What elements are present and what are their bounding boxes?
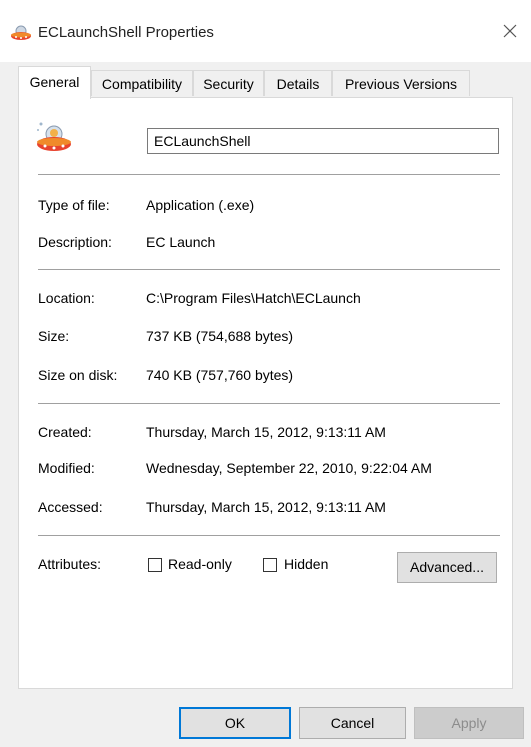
read-only-label: Read-only: [168, 556, 232, 572]
modified-value: Wednesday, September 22, 2010, 9:22:04 A…: [146, 460, 432, 476]
ufo-icon: [10, 24, 32, 42]
close-icon: [503, 24, 517, 41]
size-on-disk-value: 740 KB (757,760 bytes): [146, 367, 294, 383]
modified-label: Modified:: [38, 460, 95, 476]
file-name-input[interactable]: [147, 128, 499, 154]
created-label: Created:: [38, 424, 92, 440]
separator: [38, 535, 500, 536]
tab-compatibility[interactable]: Compatibility: [91, 70, 193, 96]
hidden-checkbox[interactable]: [263, 558, 277, 572]
ok-button[interactable]: OK: [179, 707, 291, 739]
description-value: EC Launch: [146, 234, 216, 250]
type-of-file-label: Type of file:: [38, 197, 110, 213]
tab-general[interactable]: General: [18, 66, 91, 99]
cancel-button[interactable]: Cancel: [299, 707, 406, 739]
general-tab-panel: Type of file: Application (.exe) Descrip…: [18, 97, 513, 689]
tab-security[interactable]: Security: [193, 70, 264, 96]
close-button[interactable]: [489, 12, 531, 52]
type-of-file-value: Application (.exe): [146, 197, 255, 213]
location-value: C:\Program Files\Hatch\ECLaunch: [146, 290, 361, 306]
created-value: Thursday, March 15, 2012, 9:13:11 AM: [146, 424, 386, 440]
read-only-checkbox[interactable]: [148, 558, 162, 572]
attributes-label: Attributes:: [38, 556, 102, 572]
advanced-button[interactable]: Advanced...: [397, 552, 497, 583]
accessed-value: Thursday, March 15, 2012, 9:13:11 AM: [146, 499, 386, 515]
separator: [38, 174, 500, 175]
apply-button[interactable]: Apply: [414, 707, 524, 739]
location-label: Location:: [38, 290, 95, 306]
tab-details[interactable]: Details: [264, 70, 332, 96]
tab-previous-versions[interactable]: Previous Versions: [332, 70, 470, 96]
window-title: ECLaunchShell Properties: [38, 24, 214, 41]
size-on-disk-label: Size on disk:: [38, 367, 118, 383]
description-label: Description:: [38, 234, 112, 250]
hidden-label: Hidden: [284, 556, 329, 572]
ufo-icon: [35, 118, 73, 156]
separator: [38, 403, 500, 404]
properties-dialog: ECLaunchShell Properties General Compati…: [0, 0, 531, 747]
accessed-label: Accessed:: [38, 499, 103, 515]
separator: [38, 269, 500, 270]
size-label: Size:: [38, 328, 70, 344]
size-value: 737 KB (754,688 bytes): [146, 328, 294, 344]
title-bar: ECLaunchShell Properties: [0, 0, 531, 62]
